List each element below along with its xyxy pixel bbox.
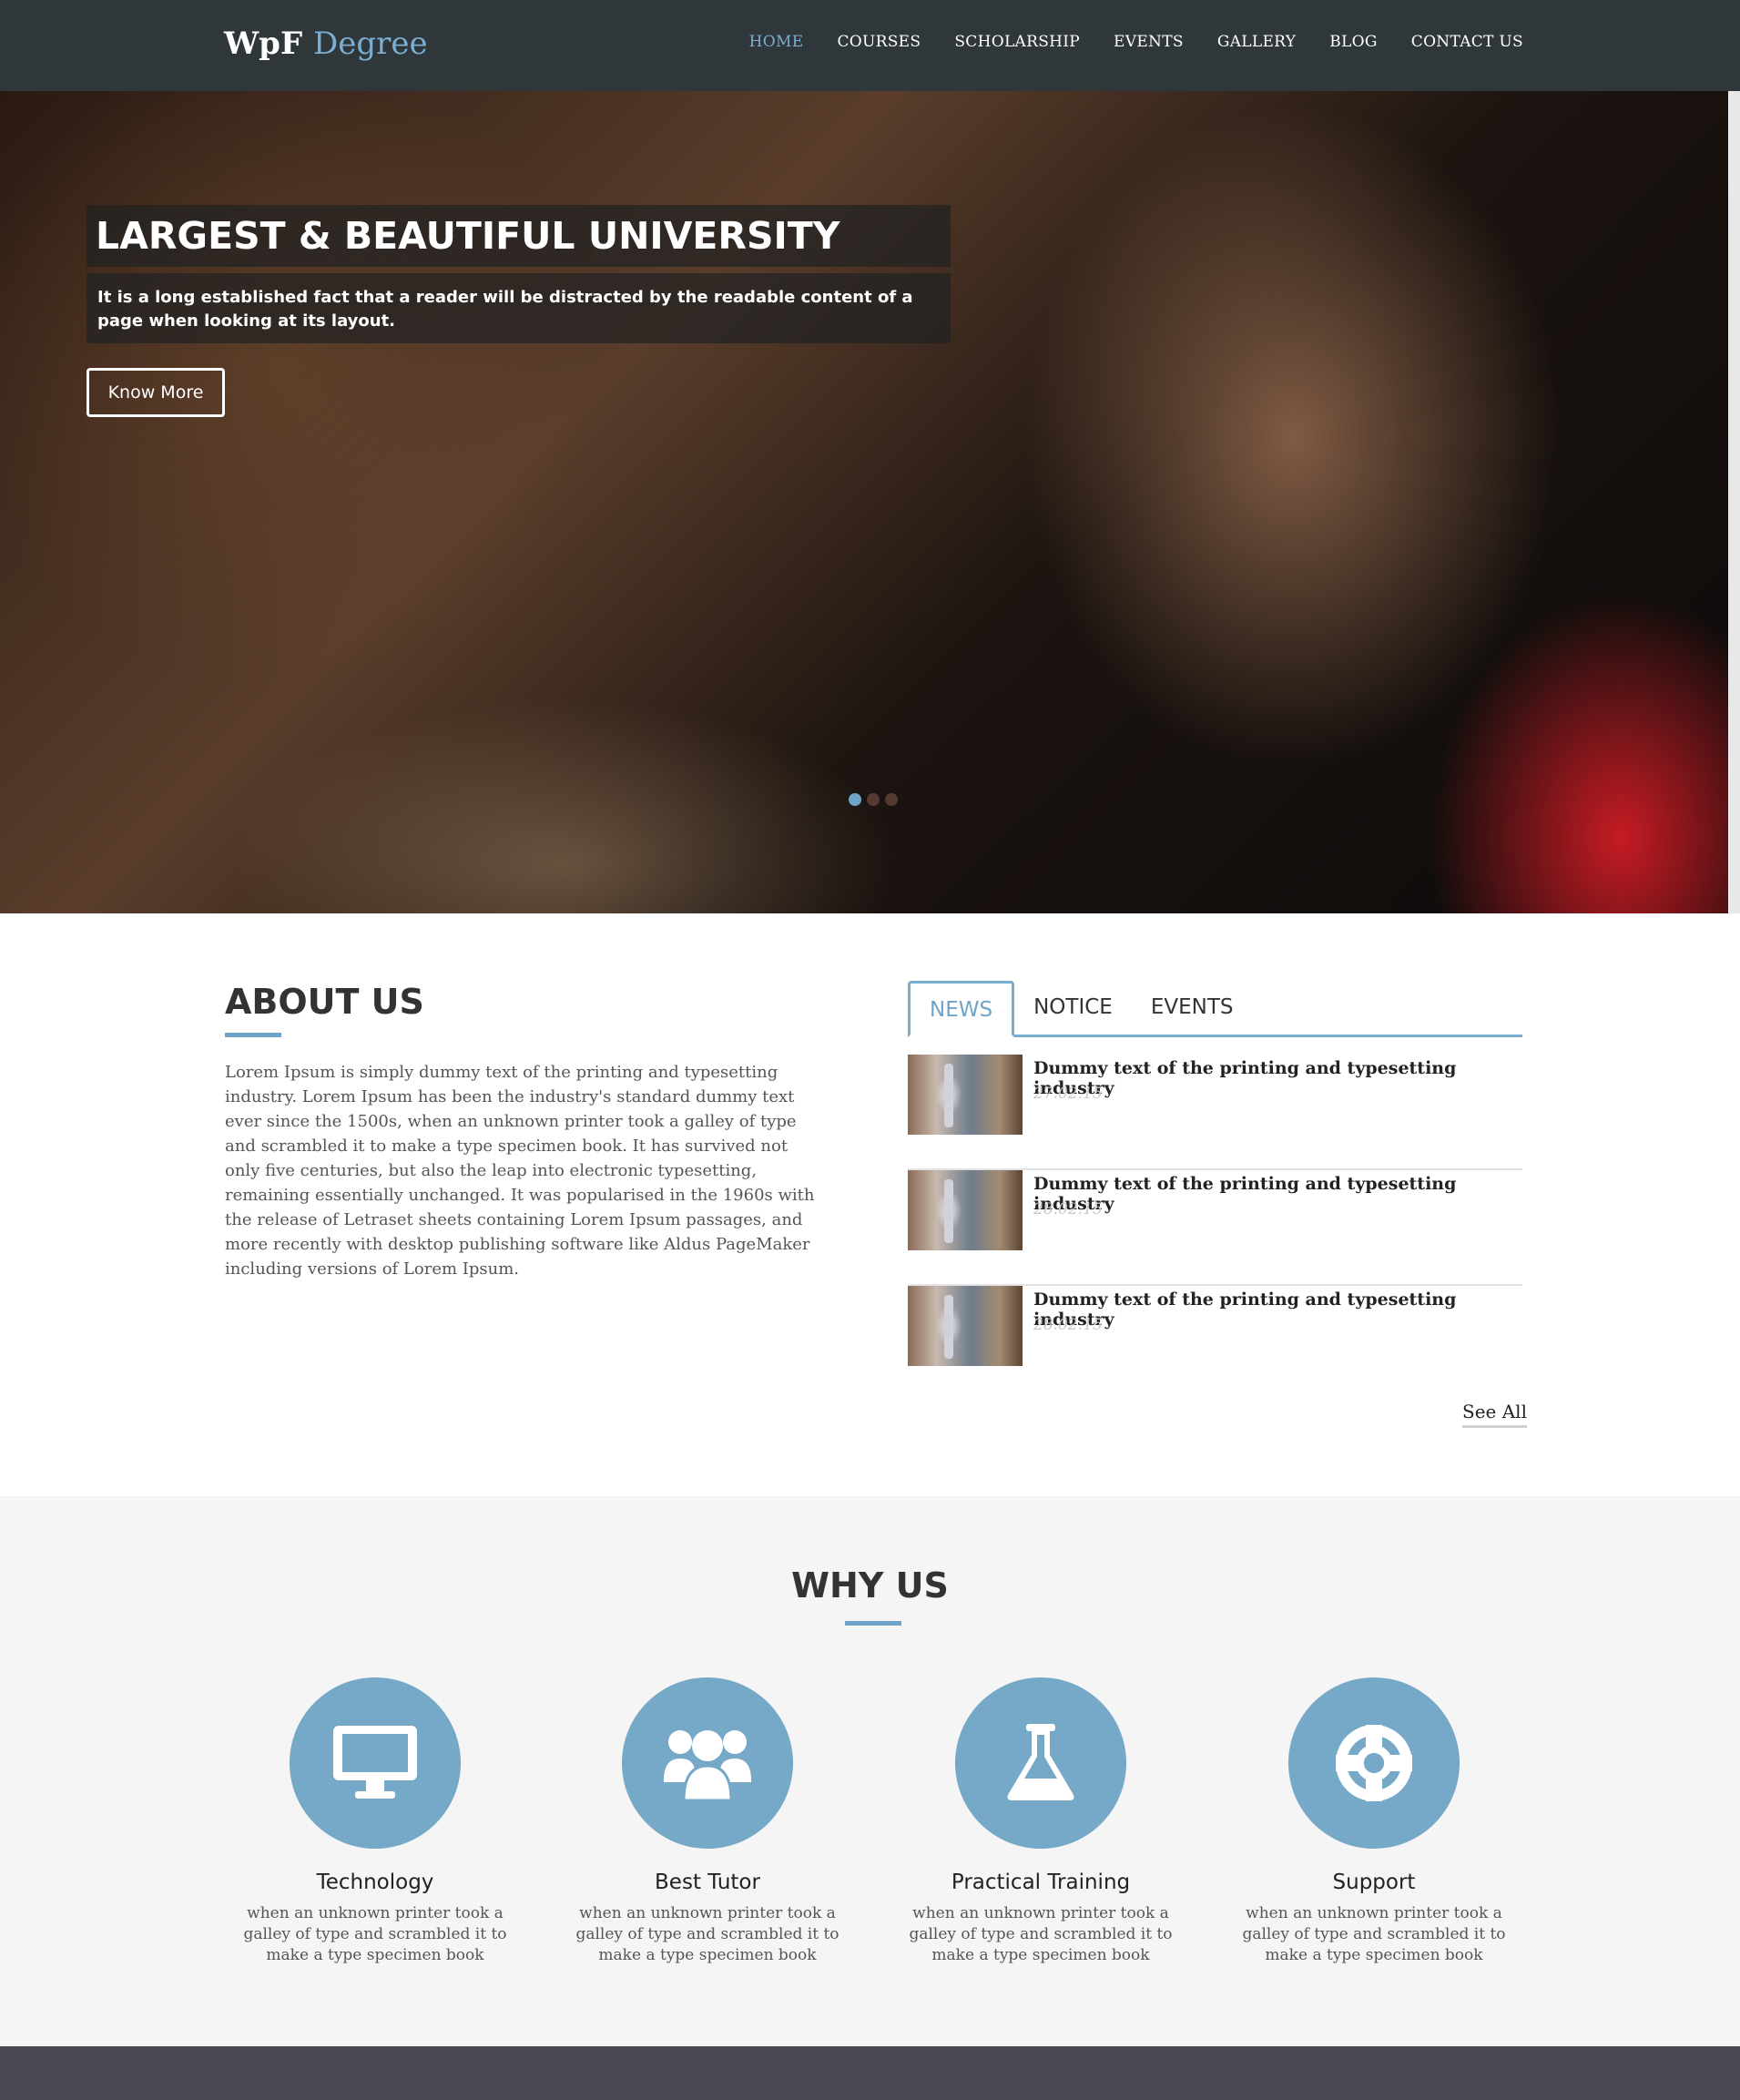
slider-dot-2[interactable] xyxy=(867,793,880,806)
feature-icon-circle xyxy=(955,1677,1126,1849)
about-title-underline xyxy=(225,1033,281,1037)
main-nav: HOME COURSES SCHOLARSHIP EVENTS GALLERY … xyxy=(749,33,1523,51)
news-item[interactable]: Dummy text of the printing and typesetti… xyxy=(908,1055,1522,1170)
nav-contact-us[interactable]: CONTACT US xyxy=(1411,33,1523,51)
group-icon xyxy=(664,1730,751,1802)
news-item[interactable]: Dummy text of the printing and typesetti… xyxy=(908,1170,1522,1286)
feature-title: Technology xyxy=(316,1871,434,1894)
footer xyxy=(0,2046,1740,2100)
news-date: 28.02.15 xyxy=(1033,1200,1103,1218)
why-us-title: WHY US xyxy=(791,1565,949,1606)
news-list: Dummy text of the printing and typesetti… xyxy=(908,1055,1522,1402)
logo-accent-text: Degree xyxy=(312,25,428,62)
nav-gallery[interactable]: GALLERY xyxy=(1217,33,1296,51)
tab-events[interactable]: EVENTS xyxy=(1132,981,1253,1037)
news-date: 27.02.15 xyxy=(1033,1085,1103,1103)
news-title[interactable]: Dummy text of the printing and typesetti… xyxy=(1033,1058,1522,1098)
feature-title: Support xyxy=(1332,1871,1416,1894)
news-thumbnail[interactable] xyxy=(908,1286,1023,1366)
slider-dot-3[interactable] xyxy=(885,793,898,806)
hero-title: LARGEST & BEAUTIFUL UNIVERSITY xyxy=(86,205,951,267)
nav-courses[interactable]: COURSES xyxy=(837,33,921,51)
news-date: 28.02.15 xyxy=(1033,1316,1103,1334)
feature-text: when an unknown printer took a galley of… xyxy=(243,1904,507,1964)
feature-technology: Technology when an unknown printer took … xyxy=(225,1677,525,1966)
news-tabs: NEWS NOTICE EVENTS xyxy=(908,981,1522,1037)
news-thumbnail[interactable] xyxy=(908,1055,1023,1135)
tab-news[interactable]: NEWS xyxy=(908,981,1015,1037)
monitor-icon xyxy=(333,1726,417,1799)
about-text: Lorem Ipsum is simply dummy text of the … xyxy=(225,1063,815,1279)
news-title[interactable]: Dummy text of the printing and typesetti… xyxy=(1033,1174,1522,1214)
feature-text: when an unknown printer took a galley of… xyxy=(909,1904,1173,1964)
site-logo[interactable]: WpF Degree xyxy=(224,25,428,62)
know-more-button[interactable]: Know More xyxy=(86,368,225,417)
nav-blog[interactable]: BLOG xyxy=(1329,33,1378,51)
nav-home[interactable]: HOME xyxy=(749,33,804,51)
slider-dot-1[interactable] xyxy=(849,793,861,806)
site-header: WpF Degree HOME COURSES SCHOLARSHIP EVEN… xyxy=(0,0,1740,91)
lifebuoy-icon xyxy=(1336,1725,1412,1801)
news-title[interactable]: Dummy text of the printing and typesetti… xyxy=(1033,1290,1522,1330)
slider-dots xyxy=(849,793,898,806)
nav-scholarship[interactable]: SCHOLARSHIP xyxy=(954,33,1080,51)
news-item[interactable]: Dummy text of the printing and typesetti… xyxy=(908,1286,1522,1402)
feature-text: when an unknown printer took a galley of… xyxy=(575,1904,839,1964)
why-us-section: WHY US Technology when an unknown printe… xyxy=(0,1496,1740,2046)
hero-description: It is a long established fact that a rea… xyxy=(86,273,951,343)
logo-main-text: WpF xyxy=(224,25,303,62)
feature-icon-circle xyxy=(1288,1677,1460,1849)
feature-icon-circle xyxy=(290,1677,461,1849)
why-us-underline xyxy=(845,1621,901,1626)
feature-text: when an unknown printer took a galley of… xyxy=(1242,1904,1506,1964)
feature-icon-circle xyxy=(622,1677,793,1849)
feature-support: Support when an unknown printer took a g… xyxy=(1224,1677,1524,1966)
feature-best-tutor: Best Tutor when an unknown printer took … xyxy=(557,1677,858,1966)
nav-events[interactable]: EVENTS xyxy=(1114,33,1184,51)
news-thumbnail[interactable] xyxy=(908,1170,1023,1250)
flask-icon xyxy=(1007,1724,1074,1800)
feature-practical-training: Practical Training when an unknown print… xyxy=(890,1677,1191,1966)
feature-title: Practical Training xyxy=(951,1871,1131,1894)
about-title: ABOUT US xyxy=(225,982,424,1022)
tab-notice[interactable]: NOTICE xyxy=(1014,981,1132,1037)
feature-title: Best Tutor xyxy=(655,1871,760,1894)
see-all-link[interactable]: See All xyxy=(1462,1401,1527,1428)
hero-scroll-edge xyxy=(1728,91,1740,913)
